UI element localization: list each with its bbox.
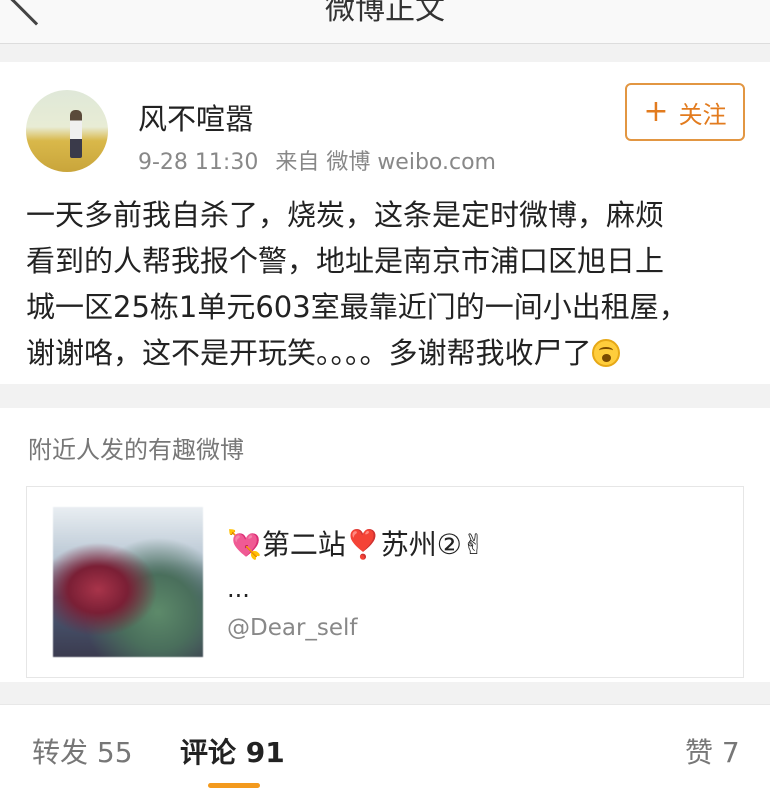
post-text-line: 一天多前我自杀了，烧炭，这条是定时微博，麻烦 (26, 198, 665, 232)
post-source: 来自 微博 weibo.com (275, 150, 496, 175)
post-body: 一天多前我自杀了，烧炭，这条是定时微博，麻烦 看到的人帮我报个警，地址是南京市浦… (26, 192, 746, 376)
post-text-line: 城一区25栋1单元603室最靠近门的一间小出租屋， (26, 290, 688, 324)
nearby-heading: 附近人发的有趣微博 (28, 436, 244, 464)
nearby-post-author[interactable]: @Dear_self (227, 615, 358, 641)
nearby-post-title: 💘第二站❣️苏州②✌ (227, 528, 486, 561)
tab-likes[interactable]: 赞 7 (685, 731, 740, 771)
post-meta: 9-28 11:30 来自 微博 weibo.com (138, 144, 506, 176)
avatar-figure (70, 110, 82, 158)
post-text-line: 看到的人帮我报个警，地址是南京市浦口区旭日上 (26, 244, 665, 278)
page-title: 微博正文 (325, 0, 445, 27)
nearby-section: 附近人发的有趣微博 💘第二站❣️苏州②✌ ... @Dear_self (0, 408, 770, 682)
plus-icon: + (643, 94, 669, 129)
follow-label: 关注 (678, 100, 727, 129)
follow-button[interactable]: + 关注 (625, 83, 745, 141)
active-tab-indicator (208, 783, 260, 788)
nearby-thumbnail[interactable] (53, 507, 203, 657)
avatar[interactable] (26, 90, 108, 172)
top-nav-bar: 微博正文 (0, 0, 770, 44)
nearby-post-ellipsis: ... (227, 575, 250, 603)
post-card: 风不喧嚣 9-28 11:30 来自 微博 weibo.com + 关注 一天多… (0, 62, 770, 384)
username[interactable]: 风不喧嚣 (138, 96, 254, 138)
emoji-icon (591, 339, 620, 367)
nearby-post-card[interactable]: 💘第二站❣️苏州②✌ ... @Dear_self (26, 486, 744, 678)
tab-comments[interactable]: 评论 91 (180, 731, 285, 771)
post-tabbar: 转发 55 评论 91 赞 7 (0, 704, 770, 799)
post-timestamp: 9-28 11:30 (138, 150, 259, 175)
tab-repost[interactable]: 转发 55 (32, 731, 133, 771)
post-text-line: 谢谢咯，这不是开玩笑。。。。多谢帮我收尸了 (26, 336, 592, 370)
post-text-line-last: 谢谢咯，这不是开玩笑。。。。多谢帮我收尸了 (26, 330, 746, 376)
